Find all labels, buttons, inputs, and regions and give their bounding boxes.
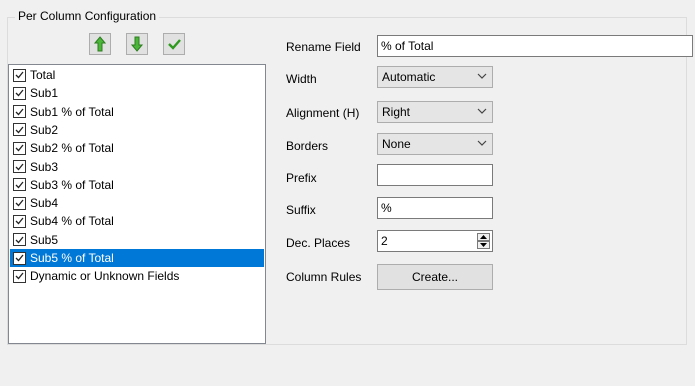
alignment-label: Alignment (H) bbox=[286, 106, 360, 120]
column-item-label: Total bbox=[30, 68, 56, 82]
prefix-label: Prefix bbox=[286, 171, 317, 185]
column-listbox[interactable]: Total Sub1 Sub1 % of Total Sub2 Sub2 % of To… bbox=[8, 64, 266, 344]
borders-dropdown[interactable]: None bbox=[377, 133, 493, 155]
check-icon bbox=[15, 71, 24, 79]
column-checkbox[interactable] bbox=[13, 141, 26, 155]
alignment-value: Right bbox=[382, 105, 411, 119]
chevron-down-icon bbox=[477, 73, 487, 79]
check-icon bbox=[15, 126, 24, 134]
arrow-up-icon bbox=[94, 36, 106, 52]
column-checkbox[interactable] bbox=[13, 196, 26, 210]
rename-field-input[interactable]: % of Total bbox=[377, 35, 693, 57]
column-list-item[interactable]: Sub2 % of Total bbox=[10, 139, 264, 157]
column-item-label: Sub3 % of Total bbox=[30, 177, 114, 192]
column-item-label: Sub2 bbox=[30, 122, 59, 137]
column-list-item[interactable]: Sub1 bbox=[10, 84, 264, 102]
chevron-down-icon bbox=[477, 140, 487, 146]
stepper-up-button[interactable] bbox=[477, 233, 490, 241]
check-icon bbox=[15, 254, 24, 262]
group-title: Per Column Configuration bbox=[15, 9, 160, 23]
borders-value: None bbox=[382, 137, 411, 151]
column-item-label: Sub4 % of Total bbox=[30, 214, 114, 229]
column-item-label: Sub1 bbox=[30, 86, 59, 101]
move-up-button[interactable] bbox=[89, 33, 111, 55]
check-icon bbox=[15, 108, 24, 116]
arrow-down-icon bbox=[131, 36, 143, 52]
column-checkbox[interactable] bbox=[13, 160, 26, 173]
column-checkbox[interactable] bbox=[13, 123, 26, 137]
column-checkbox[interactable] bbox=[13, 269, 26, 283]
stepper-down-button[interactable] bbox=[477, 241, 490, 249]
column-list-item[interactable]: Sub4 bbox=[10, 194, 264, 212]
column-checkbox[interactable] bbox=[13, 105, 26, 119]
column-list-item[interactable]: Sub3 bbox=[10, 158, 264, 176]
column-item-label: Sub2 % of Total bbox=[30, 141, 114, 156]
column-checkbox[interactable] bbox=[13, 251, 26, 265]
borders-label: Borders bbox=[286, 139, 329, 153]
check-icon bbox=[15, 181, 24, 189]
check-icon bbox=[15, 89, 24, 97]
column-list-item[interactable]: Sub1 % of Total bbox=[10, 103, 264, 121]
column-checkbox[interactable] bbox=[13, 68, 26, 82]
check-icon bbox=[15, 144, 24, 152]
check-icon bbox=[15, 199, 24, 207]
column-checkbox[interactable] bbox=[13, 233, 26, 247]
dec-places-value: 2 bbox=[381, 234, 388, 248]
check-icon bbox=[15, 272, 24, 280]
column-checkbox[interactable] bbox=[13, 214, 26, 228]
chevron-down-icon bbox=[477, 108, 487, 114]
alignment-dropdown[interactable]: Right bbox=[377, 101, 493, 123]
create-rules-button[interactable]: Create... bbox=[377, 264, 493, 290]
column-list-item[interactable]: Sub4 % of Total bbox=[10, 212, 264, 230]
move-down-button[interactable] bbox=[126, 33, 148, 55]
column-item-label: Sub4 bbox=[30, 196, 59, 211]
width-label: Width bbox=[286, 72, 317, 86]
column-list-item[interactable]: Sub3 % of Total bbox=[10, 176, 264, 194]
suffix-label: Suffix bbox=[286, 203, 316, 217]
suffix-input[interactable]: % bbox=[377, 197, 493, 219]
check-icon bbox=[15, 163, 24, 170]
column-checkbox[interactable] bbox=[13, 86, 26, 100]
width-value: Automatic bbox=[382, 70, 436, 84]
column-list-item[interactable]: Total bbox=[10, 66, 264, 84]
column-item-label: Sub5 bbox=[30, 232, 59, 247]
apply-button[interactable] bbox=[163, 33, 185, 55]
dec-places-stepper[interactable]: 2 bbox=[377, 230, 493, 252]
column-item-label: Dynamic or Unknown Fields bbox=[30, 269, 180, 284]
column-list-item[interactable]: Sub5 % of Total bbox=[10, 249, 264, 267]
check-icon bbox=[15, 236, 24, 244]
column-rules-label: Column Rules bbox=[286, 270, 362, 284]
column-item-label: Sub3 bbox=[30, 159, 59, 174]
checkmark-icon bbox=[167, 39, 181, 50]
column-list-item[interactable]: Dynamic or Unknown Fields bbox=[10, 267, 264, 285]
rename-field-label: Rename Field bbox=[286, 40, 361, 54]
dec-places-label: Dec. Places bbox=[286, 236, 351, 250]
column-list-item[interactable]: Sub5 bbox=[10, 231, 264, 249]
column-item-label: Sub1 % of Total bbox=[30, 104, 114, 119]
triangle-down-icon bbox=[480, 243, 487, 247]
triangle-up-icon bbox=[480, 235, 487, 239]
column-list-item[interactable]: Sub2 bbox=[10, 121, 264, 139]
width-dropdown[interactable]: Automatic bbox=[377, 66, 493, 88]
column-item-label: Sub5 % of Total bbox=[30, 251, 114, 265]
column-checkbox[interactable] bbox=[13, 178, 26, 192]
prefix-input[interactable] bbox=[377, 164, 493, 186]
check-icon bbox=[15, 217, 24, 225]
